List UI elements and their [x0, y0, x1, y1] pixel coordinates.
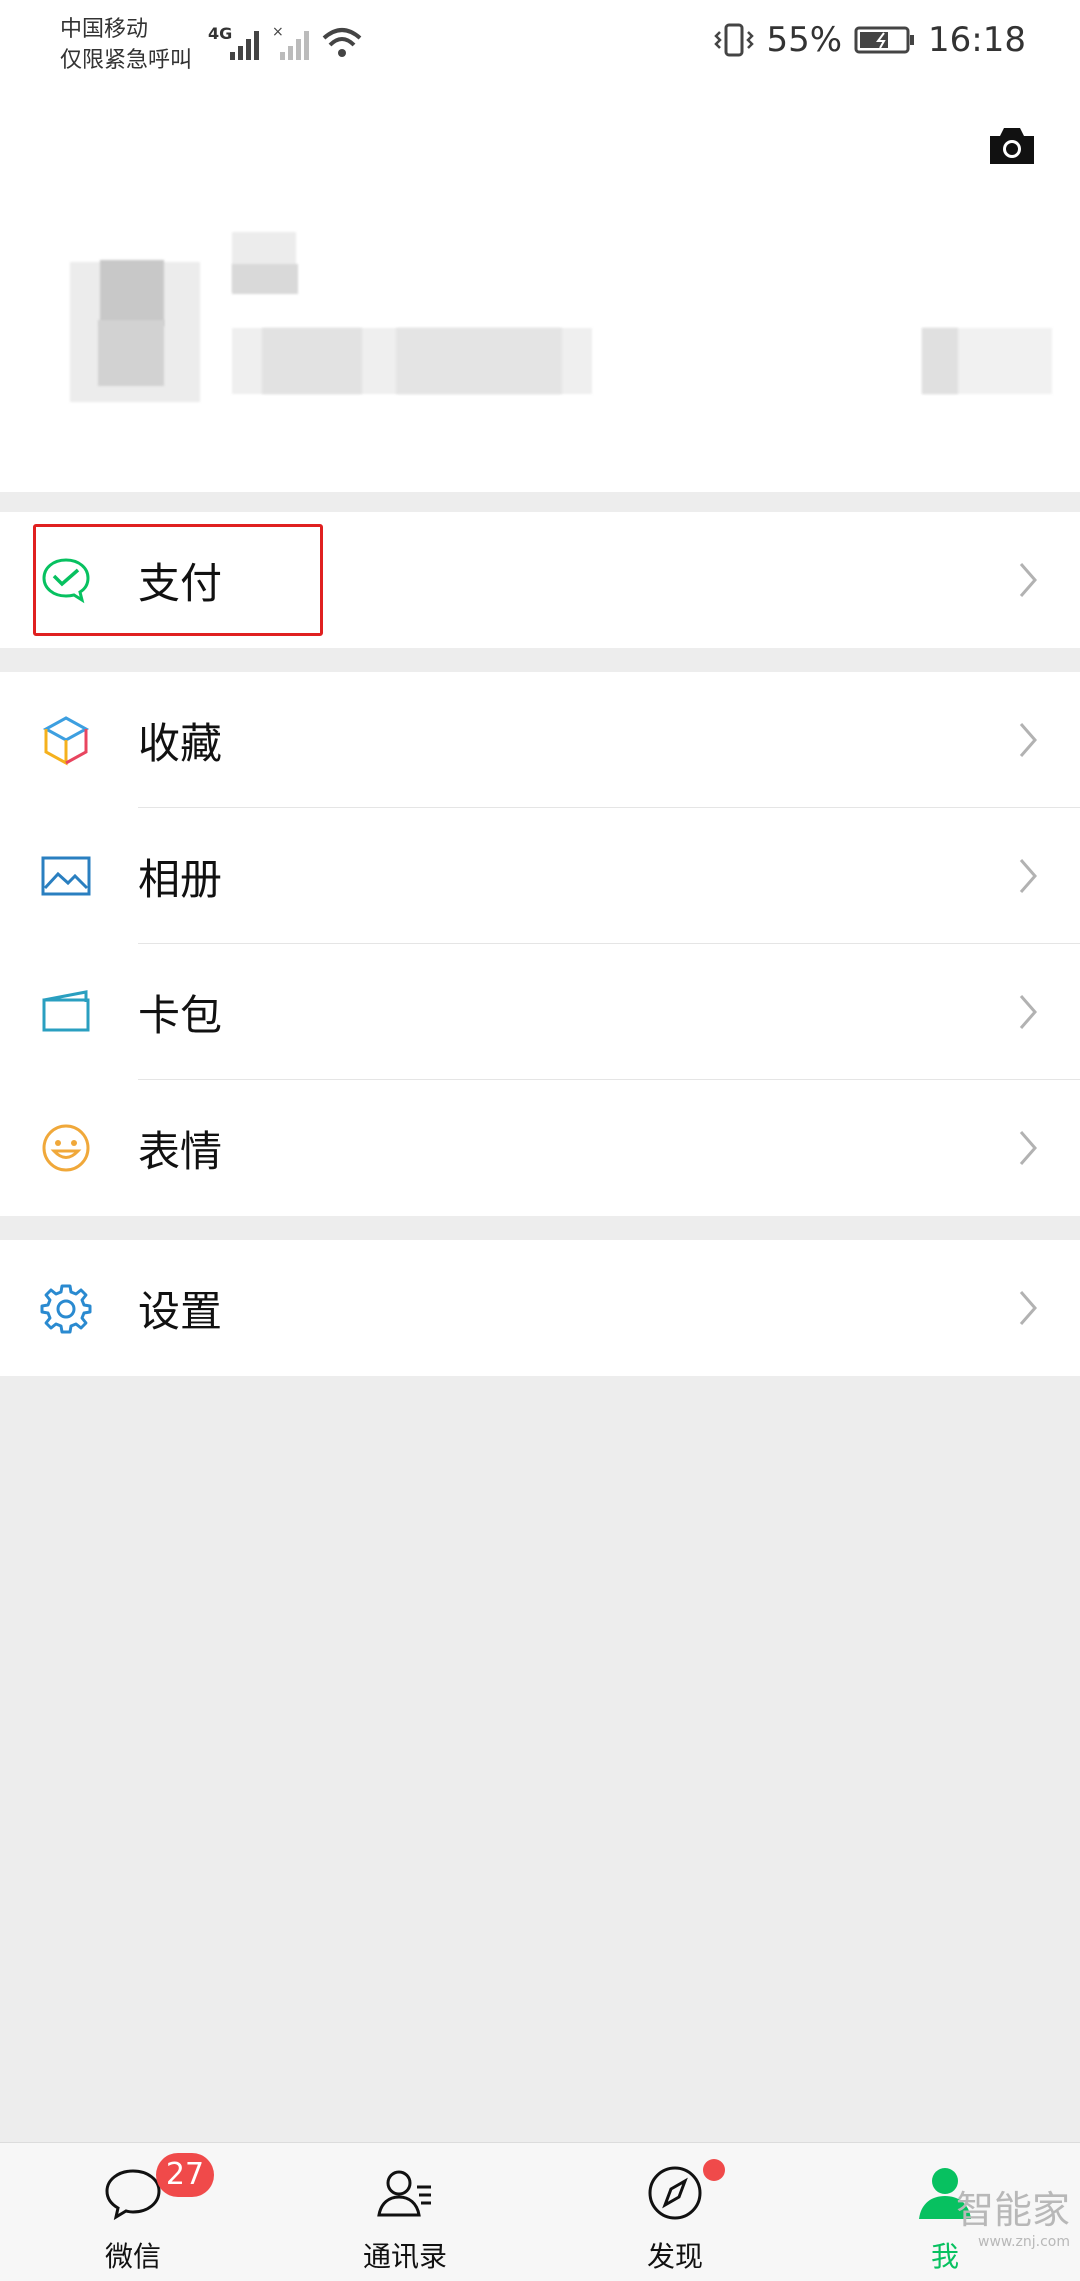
menu-label-favorites: 收藏 [138, 718, 223, 768]
status-right: 55% 16:18 [702, 20, 1026, 60]
menu-label-wallet: 卡包 [138, 990, 223, 1040]
favorites-cube-icon [42, 716, 90, 766]
chevron-right-icon [1019, 563, 1037, 597]
menu-item-settings[interactable]: 设置 [0, 1240, 1080, 1376]
no-signal-icon: × [272, 26, 309, 60]
watermark: 智能家 www.znj.com [956, 2179, 1070, 2250]
tab-label-chats: 微信 [104, 2240, 161, 2273]
battery-percent: 55% [766, 20, 843, 60]
menu-label-settings: 设置 [138, 1286, 223, 1336]
chevron-right-icon [1019, 859, 1037, 893]
settings-group: 设置 [0, 1240, 1080, 1376]
menu-label-album: 相册 [138, 854, 223, 904]
menu-label-stickers: 表情 [138, 1126, 223, 1176]
chevron-right-icon [1019, 723, 1037, 757]
unread-badge: 27 [156, 2153, 214, 2197]
chevron-right-icon [1019, 995, 1037, 1029]
tab-chats[interactable]: 27 微信 [58, 2143, 214, 2281]
new-dot-badge [703, 2159, 725, 2181]
watermark-url: www.znj.com [978, 2234, 1070, 2250]
carrier-name: 中国移动 [60, 17, 149, 42]
tab-label-contacts: 通讯录 [362, 2240, 447, 2273]
menu-item-favorites[interactable]: 收藏 [0, 672, 1080, 808]
card-wallet-icon [42, 990, 90, 1032]
carrier-text: 中国移动 仅限紧急呼叫 [60, 14, 192, 76]
tools-group: 收藏 相册 卡包 表情 [0, 672, 1080, 1216]
camera-icon[interactable] [986, 124, 1038, 168]
menu-item-wallet[interactable]: 卡包 [0, 944, 1080, 1080]
vibrate-icon [714, 23, 755, 57]
status-bar: 中国移动 仅限紧急呼叫 4G × 55% 16:18 [0, 0, 1080, 92]
photo-album-icon [41, 856, 91, 896]
clock: 16:18 [928, 20, 1026, 60]
cell-signal-icon [230, 31, 259, 60]
gear-icon [40, 1284, 92, 1334]
smiley-icon [42, 1124, 90, 1172]
wifi-icon [322, 28, 362, 57]
chat-bubble-icon [105, 2169, 161, 2221]
tab-label-discover: 发现 [646, 2240, 703, 2273]
emergency-only-text: 仅限紧急呼叫 [60, 48, 193, 73]
tab-contacts[interactable]: 通讯录 [330, 2143, 480, 2281]
profile-header[interactable] [0, 92, 1080, 492]
tab-discover[interactable]: 发现 [600, 2143, 750, 2281]
menu-item-album[interactable]: 相册 [0, 808, 1080, 944]
watermark-text: 智能家 [955, 2188, 1070, 2232]
chevron-right-icon [1019, 1291, 1037, 1325]
contacts-icon [377, 2170, 431, 2217]
bottom-tab-bar: 27 微信 通讯录 发现 我 智能家 www.znj.com [0, 2142, 1080, 2281]
chevron-right-icon [1019, 1131, 1037, 1165]
battery-charging-icon [854, 26, 915, 54]
menu-item-stickers[interactable]: 表情 [0, 1080, 1080, 1216]
compass-icon [648, 2166, 702, 2220]
highlight-box [33, 524, 323, 636]
svg-text:×: × [272, 26, 284, 40]
